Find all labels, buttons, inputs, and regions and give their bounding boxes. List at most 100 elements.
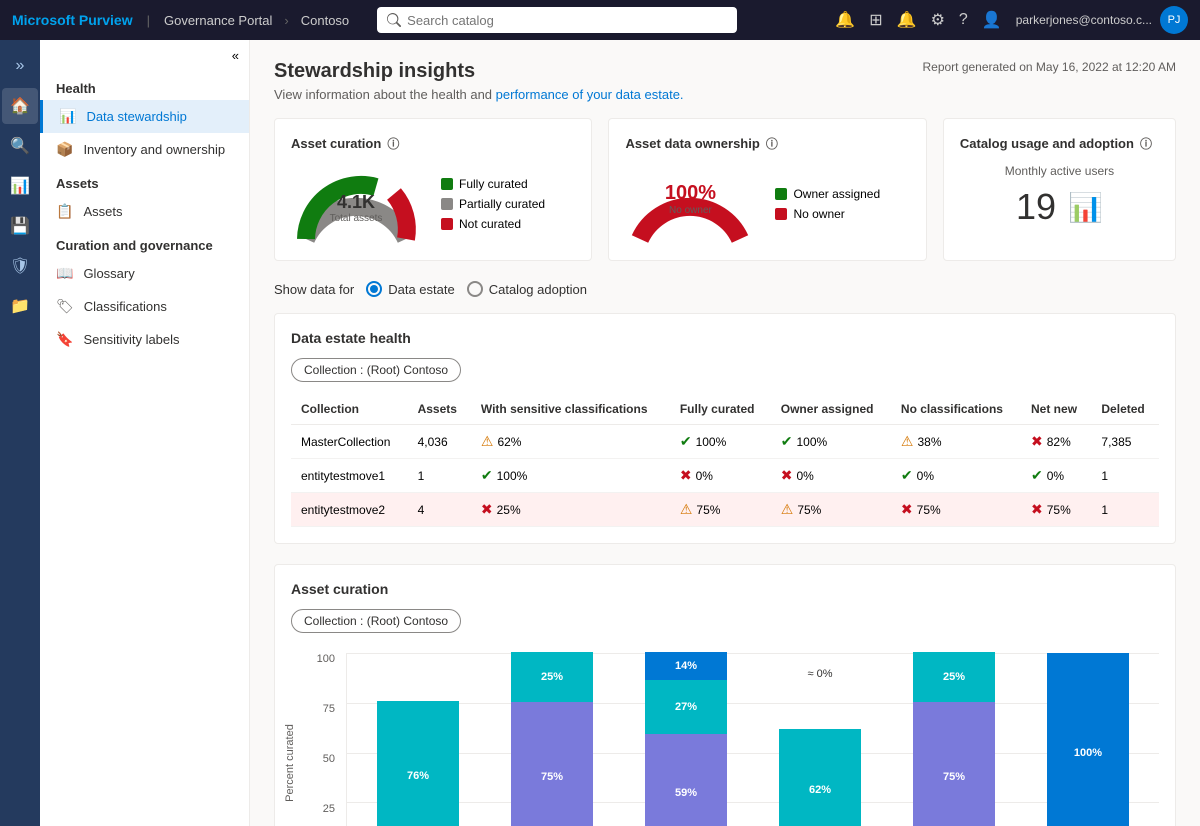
bar-seg-2a: 75% <box>511 702 593 826</box>
top-nav: Microsoft Purview | Governance Portal › … <box>0 0 1200 40</box>
nav-separator: | <box>147 13 150 28</box>
legend-no-owner: No owner <box>775 207 880 221</box>
error-icon: ✖ <box>680 467 692 484</box>
rail-data[interactable]: 💾 <box>2 208 38 244</box>
donut-container: 4.1K Total assets Fully curated Partiall… <box>291 164 575 244</box>
rail-manage[interactable]: 📁 <box>2 288 38 324</box>
sidebar-item-classifications[interactable]: 🏷 Classifications <box>40 290 249 323</box>
assets-icon: 📋 <box>56 203 73 220</box>
ownership-value: 100% <box>665 182 716 205</box>
radio-circle-data-estate <box>366 281 382 297</box>
warn-icon: ⚠ <box>481 433 494 450</box>
y-label-100: 100 <box>317 653 335 665</box>
classifications-icon: 🏷 <box>56 298 74 315</box>
y-label-75: 75 <box>323 703 335 715</box>
nav-arrow: › <box>284 13 288 28</box>
table-row: MasterCollection 4,036 ⚠ 62% ✔ 100% ✔ 10… <box>291 425 1159 459</box>
y-axis-labels: 100 75 50 25 <box>291 653 341 826</box>
icon-rail: » 🏠 🔍 📊 💾 🛡 📁 <box>0 40 40 826</box>
cell-no-class: ⚠ 38% <box>891 425 1021 459</box>
health-section-title: Data estate health <box>291 330 1159 346</box>
catalog-usage-title: Catalog usage and adoption ⓘ <box>960 135 1159 152</box>
legend-dot-noowner <box>775 208 787 220</box>
bar-chart-area: 76% 75% 25% 59% 27% 14% <box>346 653 1159 826</box>
cell-sensitive: ✔ 100% <box>471 459 670 493</box>
content-area: Report generated on May 16, 2022 at 12:2… <box>250 40 1200 826</box>
col-no-class: No classifications <box>891 394 1021 425</box>
asset-ownership-info-icon[interactable]: ⓘ <box>766 135 778 152</box>
bar-seg-2b: 25% <box>511 652 593 702</box>
search-input[interactable] <box>407 13 727 28</box>
asset-curation-title: Asset curation ⓘ <box>291 135 575 152</box>
curation-collection-filter[interactable]: Collection : (Root) Contoso <box>291 609 461 633</box>
assets-section-header: Assets <box>40 166 249 195</box>
cell-owner: ✔ 100% <box>771 425 891 459</box>
sidebar-item-assets[interactable]: 📋 Assets <box>40 195 249 228</box>
error-icon: ✖ <box>781 467 793 484</box>
cell-deleted: 7,385 <box>1091 425 1159 459</box>
sidebar-item-label: Sensitivity labels <box>83 332 179 347</box>
donut-value: 4.1K <box>330 192 383 213</box>
cell-fully-curated: ✔ 100% <box>670 425 771 459</box>
radio-data-estate[interactable]: Data estate <box>366 281 455 297</box>
legend-partially-curated: Partially curated <box>441 197 545 211</box>
legend-dot-fully <box>441 178 453 190</box>
legend-dot-owner <box>775 188 787 200</box>
check-icon: ✔ <box>1031 467 1043 484</box>
radio-catalog-adoption[interactable]: Catalog adoption <box>467 281 587 297</box>
check-icon: ✔ <box>680 433 692 450</box>
catalog-usage-info-icon[interactable]: ⓘ <box>1140 135 1152 152</box>
bar-group-1: 76% <box>355 653 481 826</box>
rail-catalog[interactable]: 🔍 <box>2 128 38 164</box>
monthly-users-container: Monthly active users 19 📊 <box>960 164 1159 228</box>
search-bar[interactable] <box>377 7 737 33</box>
cell-owner: ✖ 0% <box>771 459 891 493</box>
asset-curation-info-icon[interactable]: ⓘ <box>387 135 399 152</box>
ownership-donut: 100% No owner <box>625 164 755 244</box>
ownership-sublabel: No owner <box>665 205 716 216</box>
data-estate-health-section: Data estate health Collection : (Root) C… <box>274 313 1176 544</box>
y-axis-label: Percent curated <box>284 724 296 802</box>
col-owner: Owner assigned <box>771 394 891 425</box>
avatar[interactable]: PJ <box>1160 6 1188 34</box>
apps-icon[interactable]: ⊞ <box>869 10 882 30</box>
feedback-icon[interactable]: 👤 <box>982 10 1002 30</box>
sidebar-item-sensitivity[interactable]: 🔖 Sensitivity labels <box>40 323 249 356</box>
error-icon: ✖ <box>901 501 913 518</box>
error-icon: ✖ <box>481 501 493 518</box>
bar-group-6: 100% <box>1025 653 1151 826</box>
rail-governance[interactable]: 🛡 <box>2 248 38 284</box>
sidebar-item-glossary[interactable]: 📖 Glossary <box>40 257 249 290</box>
health-section-header: Health <box>40 71 249 100</box>
user-menu[interactable]: parkerjones@contoso.c... PJ <box>1016 6 1188 34</box>
curation-section-header: Curation and governance <box>40 228 249 257</box>
bell-icon[interactable]: 🔔 <box>897 10 917 30</box>
settings-icon[interactable]: ⚙ <box>931 10 945 30</box>
donut-chart: 4.1K Total assets <box>291 164 421 244</box>
cell-assets: 4,036 <box>408 425 471 459</box>
subtitle-link[interactable]: performance of your data estate. <box>496 87 684 102</box>
sidebar-item-data-stewardship[interactable]: 📊 Data stewardship <box>40 100 249 133</box>
help-icon[interactable]: ? <box>959 11 968 29</box>
sidebar-item-inventory[interactable]: 📦 Inventory and ownership <box>40 133 249 166</box>
cell-net-new: ✔ 0% <box>1021 459 1091 493</box>
portal-label: Governance Portal <box>164 13 272 28</box>
rail-expand[interactable]: » <box>2 48 38 84</box>
donut-sublabel: Total assets <box>330 213 383 224</box>
warn-icon: ⚠ <box>781 501 794 518</box>
radio-circle-catalog <box>467 281 483 297</box>
ownership-legend: Owner assigned No owner <box>775 187 880 221</box>
monthly-label: Monthly active users <box>960 164 1159 178</box>
legend-dot-partial <box>441 198 453 210</box>
collection-filter[interactable]: Collection : (Root) Contoso <box>291 358 461 382</box>
cell-collection: MasterCollection <box>291 425 408 459</box>
cell-no-class: ✔ 0% <box>891 459 1021 493</box>
collapse-icon: « <box>232 48 239 63</box>
rail-insights[interactable]: 📊 <box>2 168 38 204</box>
asset-curation-legend: Fully curated Partially curated Not cura… <box>441 177 545 231</box>
notification-icon[interactable]: 🔔 <box>835 10 855 30</box>
inventory-icon: 📦 <box>56 141 73 158</box>
rail-home[interactable]: 🏠 <box>2 88 38 124</box>
bar-seg-5b: 25% <box>913 652 995 702</box>
sidebar-collapse-btn[interactable]: « <box>40 40 249 71</box>
